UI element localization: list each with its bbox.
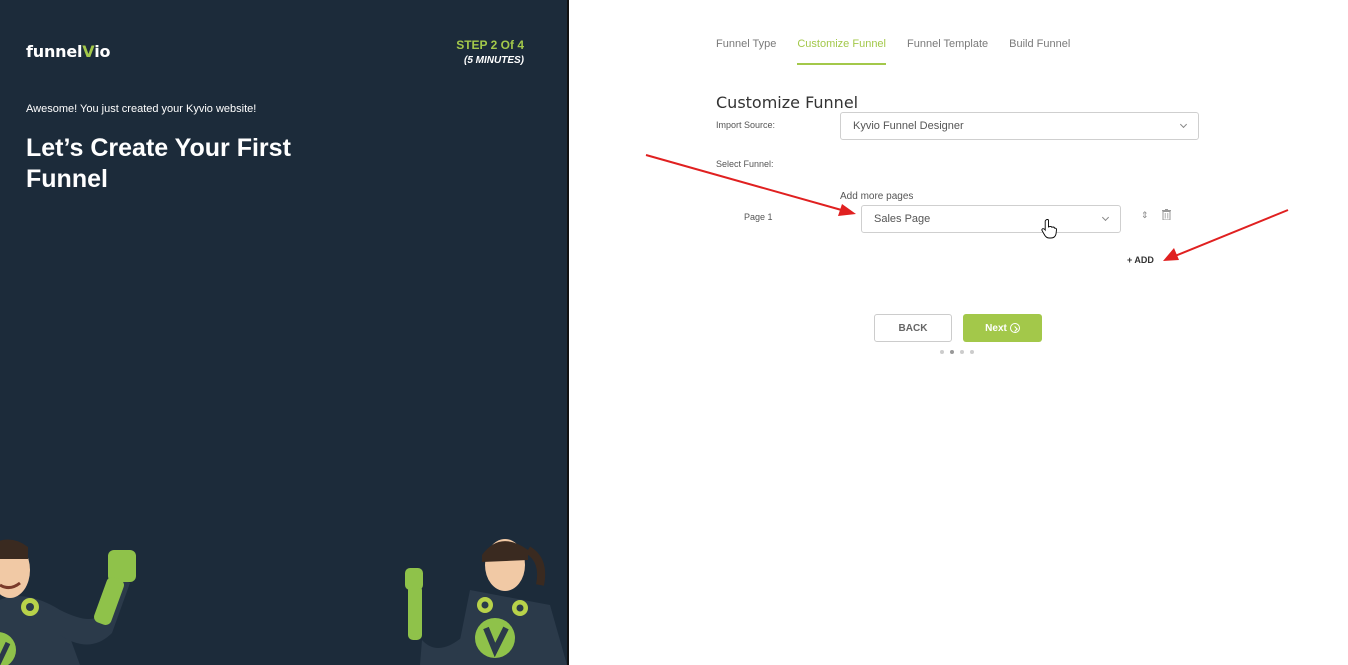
tab-funnel-template[interactable]: Funnel Template	[907, 38, 988, 65]
tab-build-funnel[interactable]: Build Funnel	[1009, 38, 1070, 65]
sort-icon[interactable]: ⇕	[1141, 210, 1149, 221]
step-subtitle: (5 MINUTES)	[464, 55, 524, 66]
import-source-select[interactable]: Kyvio Funnel Designer	[840, 112, 1199, 140]
chevron-down-icon	[1101, 213, 1110, 222]
progress-dot	[940, 350, 944, 354]
step-title: STEP 2 Of 4	[456, 38, 524, 52]
add-more-pages-label: Add more pages	[840, 191, 914, 202]
progress-dots	[940, 350, 974, 354]
logo-v: V	[82, 42, 95, 61]
intro-message: Awesome! You just created your Kyvio web…	[26, 103, 257, 115]
mascot-left-illustration	[0, 539, 136, 665]
back-button[interactable]: BACK	[874, 314, 952, 342]
add-page-button[interactable]: + ADD	[1127, 255, 1154, 265]
page-1-select[interactable]: Sales Page	[861, 205, 1121, 233]
left-panel: funnelVio STEP 2 Of 4 (5 MINUTES) Awesom…	[0, 0, 567, 665]
page-1-value: Sales Page	[874, 213, 931, 225]
page-1-label: Page 1	[744, 212, 773, 222]
progress-dot-active	[950, 350, 954, 354]
next-button[interactable]: Next	[963, 314, 1042, 342]
step-indicator: STEP 2 Of 4 (5 MINUTES)	[456, 38, 524, 66]
form-title: Customize Funnel	[716, 93, 859, 112]
import-source-label: Import Source:	[716, 120, 776, 130]
tab-customize-funnel[interactable]: Customize Funnel	[797, 38, 886, 65]
logo: funnelVio	[26, 42, 111, 61]
hand-cursor-icon	[1041, 219, 1057, 239]
wizard-tabs: Funnel Type Customize Funnel Funnel Temp…	[716, 38, 1070, 65]
app: funnelVio STEP 2 Of 4 (5 MINUTES) Awesom…	[0, 0, 1348, 665]
panel-divider	[567, 0, 569, 665]
next-arrow-icon	[1009, 323, 1020, 333]
chevron-down-icon	[1179, 120, 1188, 129]
progress-dot	[970, 350, 974, 354]
progress-dot	[960, 350, 964, 354]
intro-headline: Let’s Create Your First Funnel	[26, 134, 291, 193]
annotation-arrow-right	[1163, 209, 1289, 261]
mascot-right-illustration	[405, 539, 567, 665]
tab-funnel-type[interactable]: Funnel Type	[716, 38, 776, 65]
select-funnel-label: Select Funnel:	[716, 159, 774, 169]
next-button-label: Next	[985, 322, 1007, 334]
trash-icon[interactable]	[1162, 209, 1171, 220]
import-source-value: Kyvio Funnel Designer	[853, 120, 964, 132]
